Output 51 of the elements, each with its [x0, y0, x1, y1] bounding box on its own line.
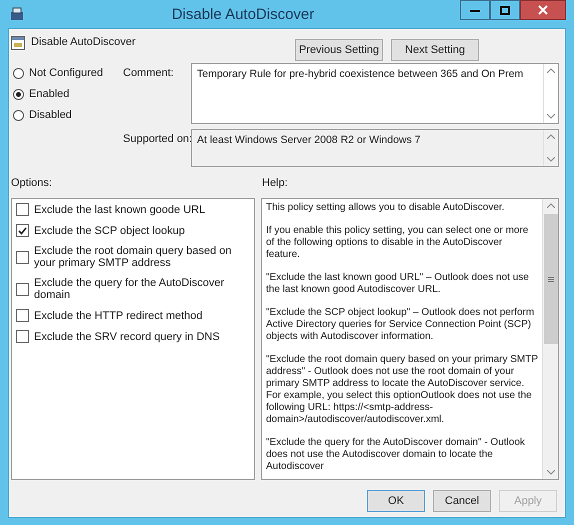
checkbox[interactable]	[16, 309, 29, 322]
comment-field[interactable]: Temporary Rule for pre-hybrid coexistence between 365 and On Prem	[191, 63, 559, 124]
nav-button[interactable]: Next Setting	[391, 39, 479, 61]
dialog-button[interactable]: Cancel	[433, 490, 491, 512]
app-icon	[10, 7, 26, 21]
maximize-button[interactable]	[490, 0, 520, 20]
radio-button[interactable]	[13, 110, 24, 120]
policy-title: Disable AutoDiscover	[31, 36, 136, 48]
radio-label[interactable]: Enabled	[29, 88, 70, 100]
radio-label[interactable]: Not Configured	[29, 67, 103, 79]
checkbox[interactable]	[16, 250, 29, 264]
policy-icon	[11, 36, 25, 50]
checkbox[interactable]	[16, 224, 29, 237]
supported-label: Supported on:	[123, 132, 191, 147]
scroll-down-icon[interactable]	[546, 470, 554, 475]
checkbox[interactable]	[16, 203, 29, 216]
help-paragraph: "Exclude the query for the AutoDiscover domain" - Outlook does not use the Autodiscover domain to locate the Autodiscover	[266, 437, 526, 473]
scroll-down-icon[interactable]	[547, 157, 555, 162]
scroll-up-icon[interactable]	[547, 134, 555, 139]
option-label[interactable]: Exclude the SCP object lookup	[34, 224, 185, 236]
option-label[interactable]: Exclude the HTTP redirect method	[34, 310, 203, 322]
dialog-button[interactable]: OK	[367, 490, 425, 512]
maximize-icon	[500, 6, 510, 14]
option-label[interactable]: Exclude the query for the AutoDiscover domain	[34, 277, 250, 301]
close-button[interactable]	[520, 0, 566, 20]
help-label: Help:	[262, 177, 288, 189]
scroll-thumb[interactable]	[544, 214, 558, 344]
comment-label: Comment:	[123, 66, 175, 81]
scroll-up-icon[interactable]	[546, 203, 554, 208]
minimize-button[interactable]	[460, 0, 490, 20]
option-label[interactable]: Exclude the root domain query based on your primary SMTP address	[34, 245, 250, 269]
help-paragraph: "Exclude the SCP object lookup" – Outlook does not perform Active Directory queries for Service Connection Point (SCP) objects with Autodiscover information.	[266, 307, 536, 343]
scroll-up-icon[interactable]	[547, 68, 555, 73]
checkbox[interactable]	[16, 282, 29, 296]
option-label[interactable]: Exclude the SRV record query in DNS	[34, 330, 220, 342]
help-paragraph: "Exclude the root domain query based on your primary SMTP address" - Outlook does not use the root domain of your primary SMTP address to locate the AutoDiscover service. For example, you select this optionOutlook does not use the following URL: https://<smtp-address-domain>/autodiscover/autodiscover.xml.	[266, 354, 538, 426]
checkbox[interactable]	[16, 330, 29, 343]
window-title: Disable AutoDiscover	[170, 6, 316, 22]
radio-label[interactable]: Disabled	[29, 109, 72, 121]
radio-button[interactable]	[13, 88, 24, 100]
help-paragraph: "Exclude the last known good URL" – Outlook does not use the last known good Autodiscover URL.	[266, 272, 530, 296]
help-paragraph: This policy setting allows you to disable AutoDiscover.	[266, 202, 506, 214]
radio-button[interactable]	[13, 68, 24, 78]
help-paragraph: If you enable this policy setting, you can select one or more of the following options to disable in the AutoDiscover feature.	[266, 225, 530, 261]
minimize-icon	[470, 8, 480, 12]
supported-field: At least Windows Server 2008 R2 or Windows 7	[191, 129, 559, 167]
scroll-down-icon[interactable]	[547, 114, 555, 119]
close-icon	[538, 5, 548, 15]
nav-button[interactable]: Previous Setting	[295, 39, 383, 61]
options-label: Options:	[11, 177, 53, 189]
option-label[interactable]: Exclude the last known goode URL	[34, 204, 206, 216]
